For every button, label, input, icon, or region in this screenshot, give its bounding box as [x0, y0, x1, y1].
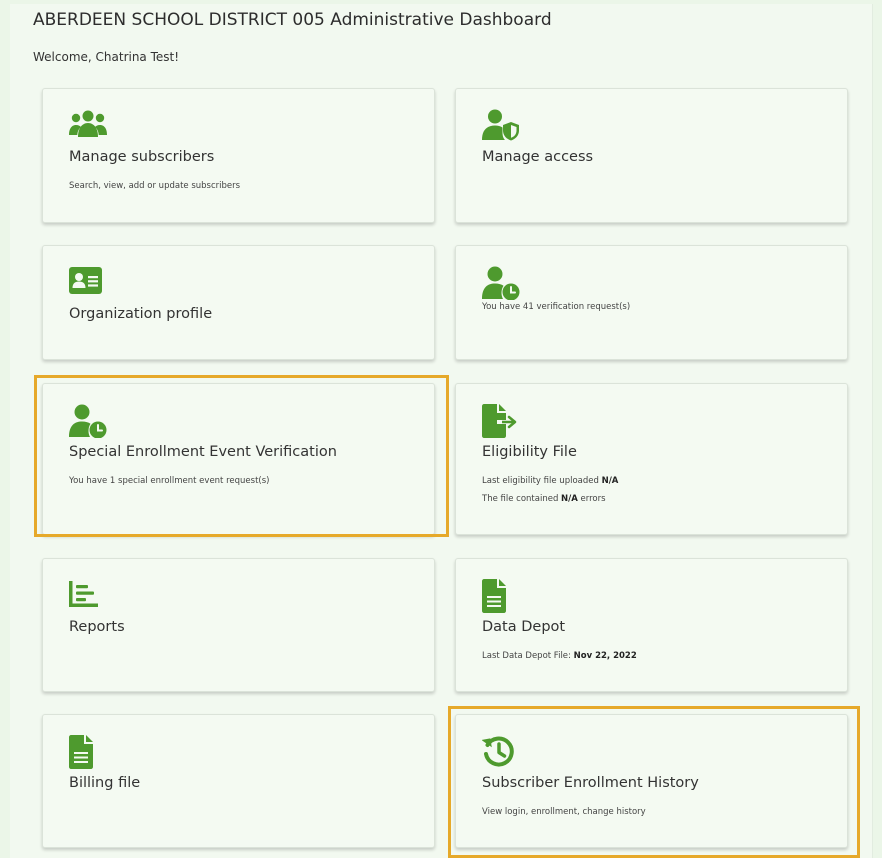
user-clock-icon [69, 404, 107, 438]
last-upload-line: Last eligibility file uploaded N/A [482, 476, 619, 486]
user-shield-icon [482, 109, 519, 141]
file-icon [482, 579, 518, 613]
welcome-message: Welcome, Chatrina Test! [33, 50, 180, 64]
file-icon [69, 735, 105, 769]
subscriber-enrollment-history-card[interactable]: Subscriber Enrollment History View login… [455, 714, 848, 848]
card-title: Data Depot [482, 619, 566, 635]
card-title: Subscriber Enrollment History [482, 775, 699, 791]
organization-profile-card[interactable]: Organization profile [42, 245, 435, 360]
card-title: Manage subscribers [69, 149, 215, 165]
id-card-icon [69, 266, 105, 298]
card-title: Special Enrollment Event Verification [69, 444, 337, 460]
card-title: Reports [69, 619, 125, 635]
eligibility-file-card[interactable]: Eligibility File Last eligibility file u… [455, 383, 848, 535]
card-description: You have 1 special enrollment event requ… [69, 476, 270, 486]
card-description: Last Data Depot File: Nov 22, 2022 [482, 651, 637, 661]
page-title: ABERDEEN SCHOOL DISTRICT 005 Administrat… [33, 10, 552, 30]
manage-subscribers-card[interactable]: Manage subscribers Search, view, add or … [42, 88, 435, 223]
card-title: Manage access [482, 149, 594, 165]
manage-access-card[interactable]: Manage access [455, 88, 848, 223]
card-title: Billing file [69, 775, 141, 791]
billing-file-card[interactable]: Billing file [42, 714, 435, 848]
verification-count: 41 [522, 302, 534, 312]
card-description: Search, view, add or update subscribers [69, 181, 241, 191]
special-enrollment-card[interactable]: Special Enrollment Event Verification Yo… [42, 383, 435, 535]
file-export-icon [482, 404, 518, 438]
card-description: View login, enrollment, change history [482, 807, 646, 817]
chart-icon [69, 579, 105, 611]
user-clock-icon [482, 266, 520, 300]
card-title: Organization profile [69, 306, 213, 322]
verification-requests-card[interactable]: You have 41 verification request(s) [455, 245, 848, 360]
reports-card[interactable]: Reports [42, 558, 435, 692]
card-description: You have 41 verification request(s) [482, 302, 631, 312]
users-icon [69, 109, 107, 141]
data-depot-card[interactable]: Data Depot Last Data Depot File: Nov 22,… [455, 558, 848, 692]
history-icon [482, 735, 518, 767]
errors-line: The file contained N/A errors [482, 494, 606, 504]
card-title: Eligibility File [482, 444, 577, 460]
